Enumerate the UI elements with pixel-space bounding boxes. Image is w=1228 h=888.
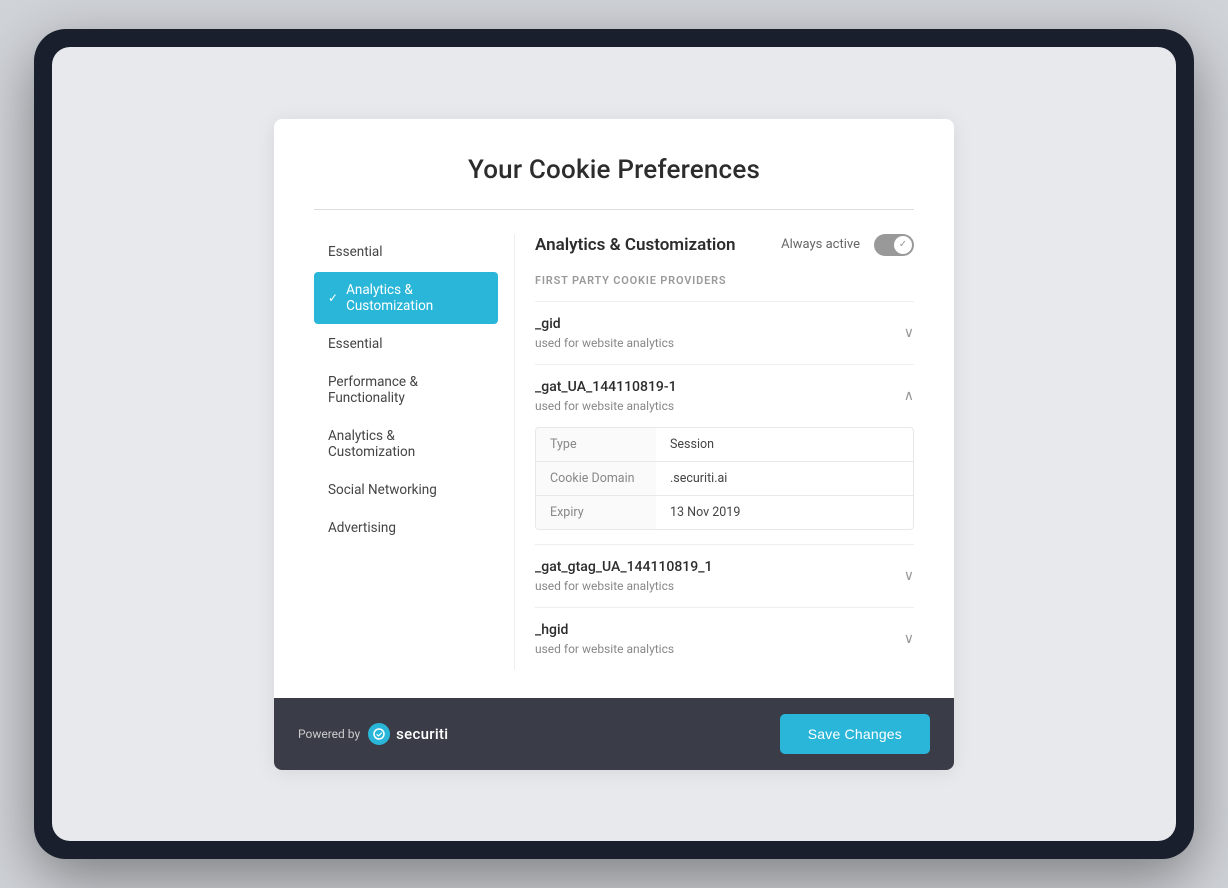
always-active-toggle[interactable]: ✓ — [874, 234, 914, 256]
divider — [314, 209, 914, 210]
toggle-wrapper: Always active ✓ — [781, 234, 914, 256]
cookie-desc-hgid: used for website analytics — [535, 642, 674, 656]
detail-value-domain: .securiti.ai — [656, 462, 741, 495]
detail-value-type: Session — [656, 428, 728, 461]
content-area: Essential ✓ Analytics & Customization Es… — [314, 234, 914, 670]
cookie-desc-gat-gtag: used for website analytics — [535, 579, 712, 593]
sidebar-item-analytics-active[interactable]: ✓ Analytics & Customization — [314, 272, 498, 324]
cookie-desc-gid: used for website analytics — [535, 336, 674, 350]
cookie-name-gat-gtag: _gat_gtag_UA_144110819_1 — [535, 559, 712, 575]
cookie-header-gat-ua[interactable]: _gat_UA_144110819-1 used for website ana… — [535, 379, 914, 413]
cookie-desc-gat-ua: used for website analytics — [535, 399, 677, 413]
main-panel: Analytics & Customization Always active … — [514, 234, 914, 670]
device-frame: Your Cookie Preferences Essential ✓ Anal… — [34, 29, 1194, 859]
cookie-header-gat-gtag[interactable]: _gat_gtag_UA_144110819_1 used for websit… — [535, 559, 914, 593]
brand-name: securiti — [396, 725, 448, 743]
page-title: Your Cookie Preferences — [314, 155, 914, 185]
securiti-logo: securiti — [368, 723, 448, 745]
sidebar-item-essential[interactable]: Essential — [314, 326, 498, 362]
panel-header: Analytics & Customization Always active … — [535, 234, 914, 256]
powered-by-label: Powered by — [298, 727, 360, 741]
securiti-icon — [368, 723, 390, 745]
sidebar-item-social[interactable]: Social Networking — [314, 472, 498, 508]
cookie-header-gid[interactable]: _gid used for website analytics ∨ — [535, 316, 914, 350]
detail-label-domain: Cookie Domain — [536, 462, 656, 495]
detail-value-expiry: 13 Nov 2019 — [656, 496, 754, 529]
chevron-down-icon-gat-gtag: ∨ — [904, 568, 914, 584]
sidebar-item-analytics-2[interactable]: Analytics & Customization — [314, 418, 498, 470]
cookie-details-gat-ua: Type Session Cookie Domain .securiti.ai … — [535, 427, 914, 530]
modal-footer: Powered by securiti Save Changes — [274, 698, 954, 770]
section-label: FIRST PARTY COOKIE PROVIDERS — [535, 274, 914, 287]
cookie-name-gat-ua: _gat_UA_144110819-1 — [535, 379, 677, 395]
chevron-down-icon-gid: ∨ — [904, 325, 914, 341]
cookie-name-gid: _gid — [535, 316, 674, 332]
toggle-check-icon: ✓ — [899, 239, 907, 250]
cookie-item-hgid: _hgid used for website analytics ∨ — [535, 607, 914, 670]
detail-row-type: Type Session — [536, 428, 913, 462]
cookie-item-gat-gtag: _gat_gtag_UA_144110819_1 used for websit… — [535, 544, 914, 607]
sidebar-item-performance[interactable]: Performance & Functionality — [314, 364, 498, 416]
sidebar: Essential ✓ Analytics & Customization Es… — [314, 234, 514, 670]
chevron-up-icon-gat-ua: ∧ — [904, 388, 914, 404]
detail-row-expiry: Expiry 13 Nov 2019 — [536, 496, 913, 529]
toggle-knob: ✓ — [894, 236, 912, 254]
modal-container: Your Cookie Preferences Essential ✓ Anal… — [274, 119, 954, 770]
save-changes-button[interactable]: Save Changes — [780, 714, 930, 754]
powered-by: Powered by securiti — [298, 723, 448, 745]
chevron-down-icon-hgid: ∨ — [904, 631, 914, 647]
device-screen: Your Cookie Preferences Essential ✓ Anal… — [52, 47, 1176, 841]
cookie-header-hgid[interactable]: _hgid used for website analytics ∨ — [535, 622, 914, 656]
always-active-label: Always active — [781, 237, 860, 252]
check-icon: ✓ — [328, 291, 338, 305]
sidebar-item-advertising[interactable]: Advertising — [314, 510, 498, 546]
detail-label-type: Type — [536, 428, 656, 461]
detail-label-expiry: Expiry — [536, 496, 656, 529]
cookie-item-gat-ua: _gat_UA_144110819-1 used for website ana… — [535, 364, 914, 544]
modal-body: Your Cookie Preferences Essential ✓ Anal… — [274, 119, 954, 698]
cookie-name-hgid: _hgid — [535, 622, 674, 638]
panel-title: Analytics & Customization — [535, 235, 735, 255]
cookie-item-gid: _gid used for website analytics ∨ — [535, 301, 914, 364]
sidebar-item-essential-top[interactable]: Essential — [314, 234, 498, 270]
detail-row-domain: Cookie Domain .securiti.ai — [536, 462, 913, 496]
